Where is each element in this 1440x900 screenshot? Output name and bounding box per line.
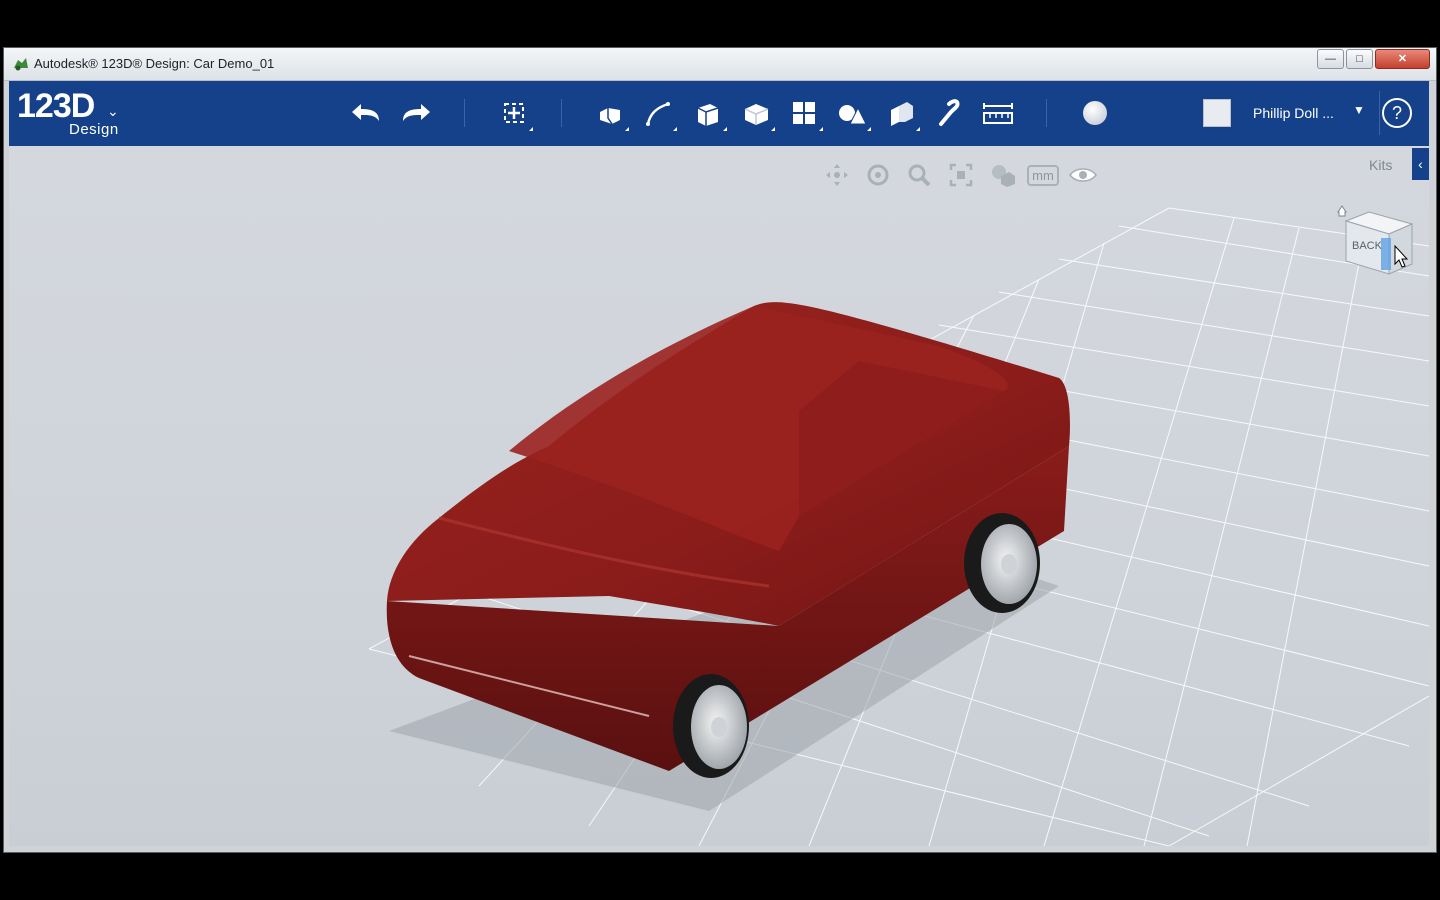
close-button[interactable]: ✕: [1375, 49, 1430, 69]
front-wheel: [673, 674, 749, 778]
toolbar-separator: [1379, 91, 1380, 135]
logo-text: 123D: [17, 87, 95, 125]
app-menu-button[interactable]: 123D Design ⌄: [17, 87, 119, 138]
title-bar[interactable]: Autodesk® 123D® Design: Car Demo_01 — □ …: [4, 48, 1436, 81]
units-button[interactable]: mm: [1027, 160, 1059, 190]
main-toolbar: 123D Design ⌄ Phillip Doll ... ▼ ?: [9, 81, 1429, 146]
user-name[interactable]: Phillip Doll ...: [1253, 105, 1334, 121]
kits-panel-toggle[interactable]: ‹: [1412, 148, 1429, 180]
scene-canvas[interactable]: BACK: [9, 146, 1429, 846]
view-material-button[interactable]: [987, 160, 1019, 190]
measure-button[interactable]: [976, 91, 1020, 135]
zoom-button[interactable]: [903, 160, 935, 190]
kits-label[interactable]: Kits: [1369, 157, 1392, 173]
visibility-icon: [1069, 168, 1097, 182]
fit-button[interactable]: [945, 160, 977, 190]
app-window: Autodesk® 123D® Design: Car Demo_01 — □ …: [3, 47, 1437, 853]
pattern-icon: [793, 102, 815, 124]
help-button[interactable]: ?: [1382, 98, 1412, 128]
undo-button[interactable]: [345, 91, 389, 135]
pattern-button[interactable]: [782, 91, 826, 135]
sketch-button[interactable]: [636, 91, 680, 135]
user-menu-caret-icon[interactable]: ▼: [1353, 103, 1365, 117]
avatar[interactable]: [1203, 99, 1231, 127]
material-button[interactable]: [1073, 91, 1117, 135]
pan-icon: [826, 164, 848, 186]
transform-button[interactable]: [492, 91, 536, 135]
primitives-button[interactable]: [588, 91, 632, 135]
units-label: mm: [1027, 164, 1059, 186]
orbit-icon: [867, 164, 889, 186]
3d-viewport[interactable]: BACK mm Kits ‹: [9, 146, 1429, 846]
construct-button[interactable]: [686, 91, 730, 135]
modify-icon: [744, 104, 769, 125]
home-icon[interactable]: [1337, 205, 1347, 217]
rear-wheel: [964, 513, 1040, 613]
minimize-button[interactable]: —: [1317, 49, 1344, 69]
combine-icon: [891, 102, 913, 126]
pan-button[interactable]: [821, 160, 853, 190]
fit-icon: [949, 163, 973, 187]
measure-icon: [983, 103, 1013, 124]
construct-icon: [697, 104, 719, 126]
primitives-icon: [600, 108, 620, 125]
visibility-button[interactable]: [1067, 160, 1099, 190]
grouping-button[interactable]: [830, 91, 874, 135]
material-icon: [1083, 101, 1107, 125]
toolbar-separator: [1046, 99, 1047, 127]
logo-subtitle: Design: [69, 121, 119, 138]
toolbar-separator: [561, 99, 562, 127]
toolbar-separator: [464, 99, 465, 127]
chevron-down-icon: ⌄: [107, 103, 119, 119]
combine-button[interactable]: [879, 91, 923, 135]
orbit-button[interactable]: [862, 160, 894, 190]
modify-button[interactable]: [734, 91, 778, 135]
window-title: Autodesk® 123D® Design: Car Demo_01: [34, 56, 275, 71]
undo-icon: [352, 104, 379, 121]
transform-icon: [504, 103, 524, 123]
grouping-icon: [839, 105, 867, 125]
view-material-icon: [992, 165, 1015, 187]
view-cube-face: BACK: [1352, 240, 1383, 252]
sketch-icon: [646, 102, 670, 126]
app-icon: [14, 58, 28, 71]
snap-button[interactable]: [927, 91, 971, 135]
redo-icon: [403, 104, 430, 121]
zoom-icon: [908, 164, 931, 187]
maximize-button[interactable]: □: [1346, 49, 1373, 69]
snap-icon: [939, 99, 960, 126]
redo-button[interactable]: [393, 91, 437, 135]
